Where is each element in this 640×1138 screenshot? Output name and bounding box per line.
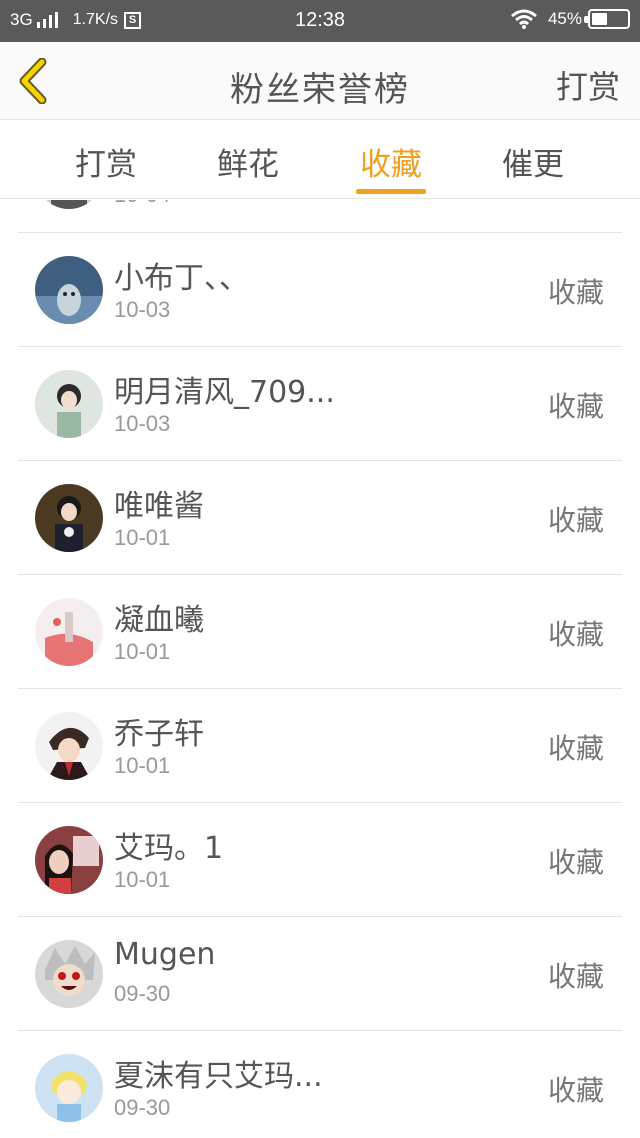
fan-date: 10-03	[114, 297, 171, 322]
fan-date: 10-03	[114, 411, 171, 436]
list-item[interactable]: 唯唯酱 10-01 收藏	[18, 460, 622, 574]
battery-percent: 45%	[547, 9, 582, 28]
fan-date: 10-01	[114, 639, 171, 664]
nav-bar: 粉丝荣誉榜 打赏	[0, 42, 640, 120]
active-tab-indicator	[356, 189, 426, 194]
avatar	[35, 256, 103, 324]
avatar	[35, 712, 103, 780]
fan-name: 艾玛。1	[114, 831, 224, 866]
wifi-icon	[511, 9, 537, 29]
fan-name: 乔子轩	[114, 717, 204, 752]
action-label: 收藏	[547, 846, 604, 879]
tab-bar: 打赏 鲜花 收藏 催更	[0, 121, 640, 199]
fan-name: 夏沫有只艾玛...	[114, 1059, 323, 1094]
action-label: 收藏	[547, 390, 604, 423]
fan-date: 10-01	[114, 753, 171, 778]
fan-name: 小布丁、、	[114, 261, 249, 296]
status-bar: 3G 1.7K/s S 12:38 45%	[0, 0, 640, 42]
tab-urge-update[interactable]: 催更	[483, 139, 583, 184]
avatar	[35, 1054, 103, 1122]
fan-name: Mugen	[114, 937, 216, 972]
status-right: 45%	[510, 9, 630, 29]
action-label: 收藏	[547, 960, 604, 993]
fan-name: 明月清风_709...	[114, 375, 335, 410]
fan-list[interactable]: 10-04 小布丁、、 10-03 收藏 明月清风_709... 10-03 收…	[0, 200, 640, 1138]
tab-flowers[interactable]: 鲜花	[198, 139, 298, 184]
fan-date: 10-04	[114, 200, 170, 208]
fan-name: 唯唯酱	[114, 489, 204, 524]
action-label: 收藏	[547, 732, 604, 765]
avatar	[35, 940, 103, 1008]
tab-favorites[interactable]: 收藏	[341, 139, 441, 184]
avatar	[35, 484, 103, 552]
avatar	[35, 826, 103, 894]
avatar	[35, 200, 103, 209]
action-label: 收藏	[547, 1074, 604, 1107]
list-item[interactable]: 小布丁、、 10-03 收藏	[18, 232, 622, 346]
tab-reward[interactable]: 打赏	[56, 139, 156, 184]
page-title: 粉丝荣誉榜	[230, 70, 410, 110]
avatar	[35, 370, 103, 438]
list-item[interactable]: 艾玛。1 10-01 收藏	[18, 802, 622, 916]
avatar	[35, 598, 103, 666]
battery-icon	[584, 9, 630, 29]
list-item[interactable]: 凝血曦 10-01 收藏	[18, 574, 622, 688]
list-item[interactable]: Mugen 09-30 收藏	[18, 916, 622, 1030]
action-label: 收藏	[547, 504, 604, 537]
fan-date: 10-01	[114, 867, 171, 892]
action-label: 收藏	[547, 276, 604, 309]
list-item[interactable]: 10-04	[18, 200, 622, 232]
fan-name: 凝血曦	[114, 603, 204, 638]
list-item[interactable]: 明月清风_709... 10-03 收藏	[18, 346, 622, 460]
fan-date: 09-30	[114, 981, 171, 1006]
fan-date: 10-01	[114, 525, 171, 550]
reward-button[interactable]: 打赏	[556, 62, 620, 108]
list-item[interactable]: 夏沫有只艾玛... 09-30 收藏	[18, 1030, 622, 1138]
list-item[interactable]: 乔子轩 10-01 收藏	[18, 688, 622, 802]
fan-date: 09-30	[114, 1095, 171, 1120]
action-label: 收藏	[547, 618, 604, 651]
